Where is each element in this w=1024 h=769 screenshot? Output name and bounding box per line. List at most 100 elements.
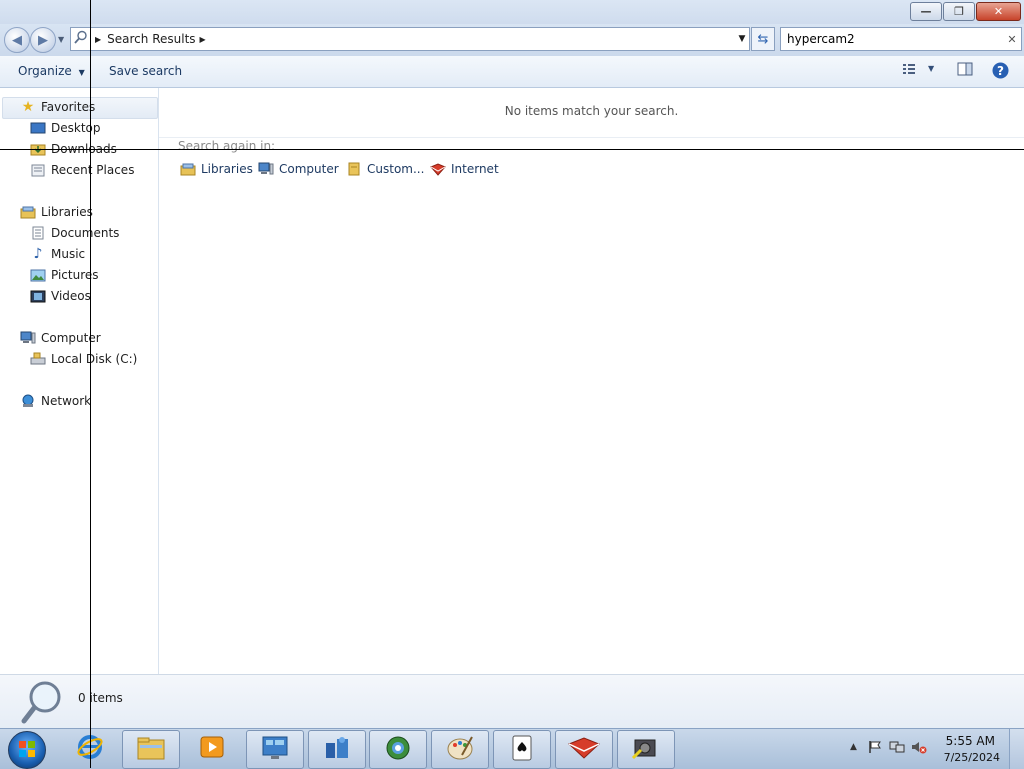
- save-search-button[interactable]: Save search: [109, 64, 182, 78]
- action-center-flag-icon[interactable]: [868, 740, 882, 757]
- search-again-libraries[interactable]: Libraries: [180, 162, 253, 176]
- explorer-window: — ❐ ✕ ◀ ▶ ▼ ▶ Search Results ▶ ▼ ⇆ ✕: [0, 0, 1024, 729]
- search-again-computer[interactable]: Computer: [258, 162, 339, 176]
- navigation-pane: ★ Favorites Desktop Downloads Recent Pla…: [0, 88, 159, 674]
- address-bar[interactable]: ▶ Search Results ▶ ▼: [70, 27, 750, 51]
- nav-label: Local Disk (C:): [51, 352, 138, 366]
- paint-palette-icon: [446, 735, 474, 764]
- clock-time[interactable]: 5:55 AM: [946, 734, 995, 748]
- libraries-icon: [20, 205, 36, 219]
- breadcrumb-search-results[interactable]: Search Results: [107, 32, 195, 46]
- search-again-label-text: Internet: [451, 162, 499, 176]
- change-view-icon[interactable]: [902, 62, 916, 79]
- preview-pane-icon[interactable]: [957, 62, 973, 79]
- playing-card-icon: [510, 734, 534, 765]
- back-button[interactable]: ◀: [4, 27, 30, 53]
- network-icon: [20, 394, 36, 408]
- computer-icon: [20, 331, 36, 345]
- globe-icon: [384, 734, 412, 765]
- taskbar-red-app[interactable]: [555, 730, 613, 769]
- nav-label: Libraries: [41, 205, 93, 219]
- nav-computer[interactable]: Computer: [20, 329, 101, 347]
- taskbar-hypercam[interactable]: [617, 730, 675, 769]
- taskbar-browser[interactable]: [369, 730, 427, 769]
- pictures-icon: [30, 268, 46, 282]
- nav-label: Favorites: [41, 100, 96, 114]
- nav-pictures[interactable]: Pictures: [30, 266, 99, 284]
- file-list-area[interactable]: No items match your search. Search again…: [159, 88, 1024, 674]
- network-app-icon: [323, 735, 351, 764]
- search-again-label-text: Custom...: [367, 162, 425, 176]
- organize-label: Organize: [18, 64, 72, 78]
- desktop-icon: [30, 121, 46, 135]
- title-bar[interactable]: — ❐ ✕: [0, 0, 1024, 24]
- nav-label: Music: [51, 247, 86, 261]
- nav-videos[interactable]: Videos: [30, 287, 91, 305]
- nav-music[interactable]: ♪ Music: [30, 245, 86, 263]
- taskbar-solitaire[interactable]: [493, 730, 551, 769]
- view-options-dropdown-icon[interactable]: ▼: [928, 64, 934, 73]
- search-again-label-text: Libraries: [201, 162, 253, 176]
- address-row: ◀ ▶ ▼ ▶ Search Results ▶ ▼ ⇆ ✕: [0, 24, 1024, 56]
- crosshair-vertical-line: [90, 0, 91, 768]
- computer-icon: [258, 162, 274, 176]
- nav-libraries[interactable]: Libraries: [20, 203, 93, 221]
- documents-icon: [30, 226, 46, 240]
- search-again-label-text: Computer: [279, 162, 339, 176]
- breadcrumb-chevron-icon[interactable]: ▶: [200, 35, 206, 44]
- search-again-label: Search again in:: [178, 139, 276, 153]
- organize-button[interactable]: Organize ▼: [18, 64, 85, 78]
- local-disk-icon: [30, 352, 46, 366]
- taskbar-network-app[interactable]: [308, 730, 366, 769]
- taskbar-windows-explorer[interactable]: [122, 730, 180, 769]
- help-icon[interactable]: ?: [992, 62, 1009, 82]
- refresh-button[interactable]: ⇆: [751, 27, 775, 51]
- network-status-icon[interactable]: [889, 740, 905, 757]
- nav-documents[interactable]: Documents: [30, 224, 119, 242]
- chevron-down-icon: ▼: [78, 68, 85, 77]
- taskbar-media-player[interactable]: [184, 730, 240, 767]
- search-again-internet[interactable]: Internet: [430, 162, 499, 176]
- media-player-icon: [199, 734, 225, 763]
- nav-label: Computer: [41, 331, 101, 345]
- volume-muted-icon[interactable]: [911, 740, 927, 757]
- empty-search-message: No items match your search.: [504, 104, 679, 118]
- restore-button[interactable]: ❐: [943, 2, 975, 21]
- nav-favorites[interactable]: ★ Favorites: [20, 98, 96, 116]
- nav-recent-places[interactable]: Recent Places: [30, 161, 134, 179]
- nav-label: Videos: [51, 289, 91, 303]
- back-arrow-icon: ◀: [12, 32, 22, 48]
- details-pane: 0 items: [0, 674, 1024, 729]
- show-desktop-button[interactable]: [1009, 729, 1024, 769]
- taskbar-control-panel[interactable]: [246, 730, 304, 769]
- clear-search-icon[interactable]: ✕: [1003, 33, 1021, 46]
- search-input[interactable]: [781, 31, 1003, 47]
- breadcrumb-chevron-icon[interactable]: ▶: [95, 35, 101, 44]
- nav-local-disk[interactable]: Local Disk (C:): [30, 350, 137, 368]
- crosshair-horizontal-line: [0, 149, 1024, 150]
- nav-label: Recent Places: [51, 163, 135, 177]
- internet-icon: [430, 162, 446, 176]
- minimize-button[interactable]: —: [910, 2, 942, 21]
- show-hidden-icons-icon[interactable]: ▲: [850, 742, 857, 752]
- camera-icon: [631, 734, 661, 765]
- search-results-icon: [71, 30, 91, 48]
- forward-button[interactable]: ▶: [30, 27, 56, 53]
- close-button[interactable]: ✕: [976, 2, 1021, 21]
- recent-pages-dropdown[interactable]: ▼: [58, 35, 64, 44]
- control-panel-icon: [261, 735, 289, 764]
- search-box[interactable]: ✕: [780, 27, 1022, 51]
- address-dropdown-icon[interactable]: ▼: [734, 34, 749, 44]
- svg-text:?: ?: [997, 64, 1004, 78]
- search-again-custom[interactable]: Custom...: [346, 162, 424, 176]
- divider: [159, 137, 1024, 138]
- refresh-icon: ⇆: [757, 31, 769, 47]
- start-button[interactable]: [8, 731, 46, 769]
- folder-icon: [136, 735, 166, 764]
- taskbar-paint[interactable]: [431, 730, 489, 769]
- videos-icon: [30, 289, 46, 303]
- clock-date[interactable]: 7/25/2024: [944, 751, 1000, 764]
- nav-network[interactable]: Network: [20, 392, 91, 410]
- search-magnifier-icon: [20, 679, 64, 728]
- forward-arrow-icon: ▶: [38, 32, 48, 48]
